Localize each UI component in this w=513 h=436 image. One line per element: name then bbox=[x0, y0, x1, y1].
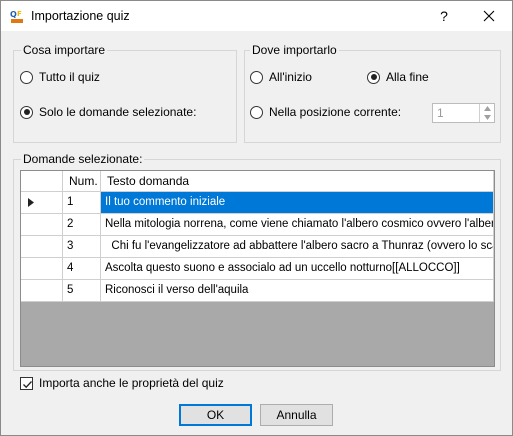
row-num[interactable]: 3 bbox=[63, 236, 101, 258]
row-header[interactable] bbox=[21, 258, 63, 280]
row-header[interactable] bbox=[21, 214, 63, 236]
row-header[interactable] bbox=[21, 280, 63, 302]
row-num[interactable]: 2 bbox=[63, 214, 101, 236]
radio-at-end-indicator[interactable] bbox=[367, 70, 380, 84]
window-title: Importazione quiz bbox=[31, 9, 130, 23]
row-text[interactable]: Il tuo commento iniziale bbox=[101, 192, 494, 214]
row-text[interactable]: Riconosci il verso dell'aquila bbox=[101, 280, 494, 302]
table-row[interactable]: 1 Il tuo commento iniziale bbox=[21, 192, 494, 214]
radio-current-position[interactable]: Nella posizione corrente: bbox=[250, 105, 401, 119]
radio-at-start-label: All'inizio bbox=[269, 70, 312, 84]
radio-whole-quiz-indicator[interactable] bbox=[20, 70, 33, 84]
checkmark-icon bbox=[23, 380, 32, 388]
row-header[interactable] bbox=[21, 192, 63, 214]
row-text[interactable]: Chi fu l'evangelizzatore ad abbattere l'… bbox=[101, 236, 494, 258]
close-button[interactable] bbox=[474, 1, 504, 31]
chevron-down-icon bbox=[484, 115, 491, 120]
radio-current-position-label: Nella posizione corrente: bbox=[269, 105, 402, 119]
radio-current-position-indicator[interactable] bbox=[250, 105, 263, 119]
quiz-faber-icon: Q F bbox=[10, 9, 24, 24]
grid-header: Num. Testo domanda bbox=[21, 171, 494, 192]
stepper-down-button[interactable] bbox=[480, 113, 494, 122]
radio-at-end-label: Alla fine bbox=[386, 70, 429, 84]
where-to-import-group bbox=[244, 50, 501, 143]
position-stepper[interactable]: 1 bbox=[432, 103, 495, 123]
questions-grid[interactable]: Num. Testo domanda 1 Il tuo commento ini… bbox=[20, 170, 495, 367]
row-num[interactable]: 4 bbox=[63, 258, 101, 280]
cancel-button[interactable]: Annulla bbox=[260, 404, 333, 426]
ok-button[interactable]: OK bbox=[179, 404, 252, 426]
import-properties-label: Importa anche le proprietà del quiz bbox=[39, 376, 224, 390]
radio-at-end[interactable]: Alla fine bbox=[367, 70, 429, 84]
radio-whole-quiz[interactable]: Tutto il quiz bbox=[20, 70, 100, 84]
selected-questions-label: Domande selezionate: bbox=[21, 152, 145, 166]
position-stepper-buttons bbox=[479, 104, 494, 122]
position-stepper-value[interactable]: 1 bbox=[437, 106, 444, 120]
row-header[interactable] bbox=[21, 236, 63, 258]
table-row[interactable]: 3 Chi fu l'evangelizzatore ad abbattere … bbox=[21, 236, 494, 258]
import-properties-checkbox[interactable]: Importa anche le proprietà del quiz bbox=[20, 376, 224, 390]
row-num[interactable]: 1 bbox=[63, 192, 101, 214]
column-header-num[interactable]: Num. bbox=[63, 171, 101, 192]
grid-corner-cell bbox=[21, 171, 63, 192]
radio-at-start[interactable]: All'inizio bbox=[250, 70, 312, 84]
svg-text:F: F bbox=[17, 10, 22, 18]
stepper-up-button[interactable] bbox=[480, 104, 494, 113]
row-text[interactable]: Ascolta questo suono e associalo ad un u… bbox=[101, 258, 494, 280]
title-bar: Q F Importazione quiz ? bbox=[1, 1, 512, 31]
row-pointer-icon bbox=[28, 198, 34, 207]
table-row[interactable]: 4 Ascolta questo suono e associalo ad un… bbox=[21, 258, 494, 280]
chevron-up-icon bbox=[484, 106, 491, 111]
column-header-text[interactable]: Testo domanda bbox=[101, 171, 494, 192]
radio-selected-questions-indicator[interactable] bbox=[20, 105, 33, 119]
what-to-import-group bbox=[13, 50, 237, 143]
table-row[interactable]: 5 Riconosci il verso dell'aquila bbox=[21, 280, 494, 302]
close-icon bbox=[483, 10, 495, 22]
help-button[interactable]: ? bbox=[429, 1, 459, 31]
svg-text:Q: Q bbox=[10, 10, 17, 19]
radio-selected-questions[interactable]: Solo le domande selezionate: bbox=[20, 105, 196, 119]
radio-selected-questions-label: Solo le domande selezionate: bbox=[39, 105, 197, 119]
import-quiz-dialog: Q F Importazione quiz ? Cosa importare T… bbox=[0, 0, 513, 436]
what-to-import-label: Cosa importare bbox=[21, 43, 108, 57]
where-to-import-label: Dove importarlo bbox=[250, 43, 339, 57]
row-text[interactable]: Nella mitologia norrena, come viene chia… bbox=[101, 214, 494, 236]
row-num[interactable]: 5 bbox=[63, 280, 101, 302]
radio-at-start-indicator[interactable] bbox=[250, 70, 263, 84]
import-properties-checkbox-box[interactable] bbox=[20, 376, 33, 390]
radio-whole-quiz-label: Tutto il quiz bbox=[39, 70, 100, 84]
table-row[interactable]: 2 Nella mitologia norrena, come viene ch… bbox=[21, 214, 494, 236]
